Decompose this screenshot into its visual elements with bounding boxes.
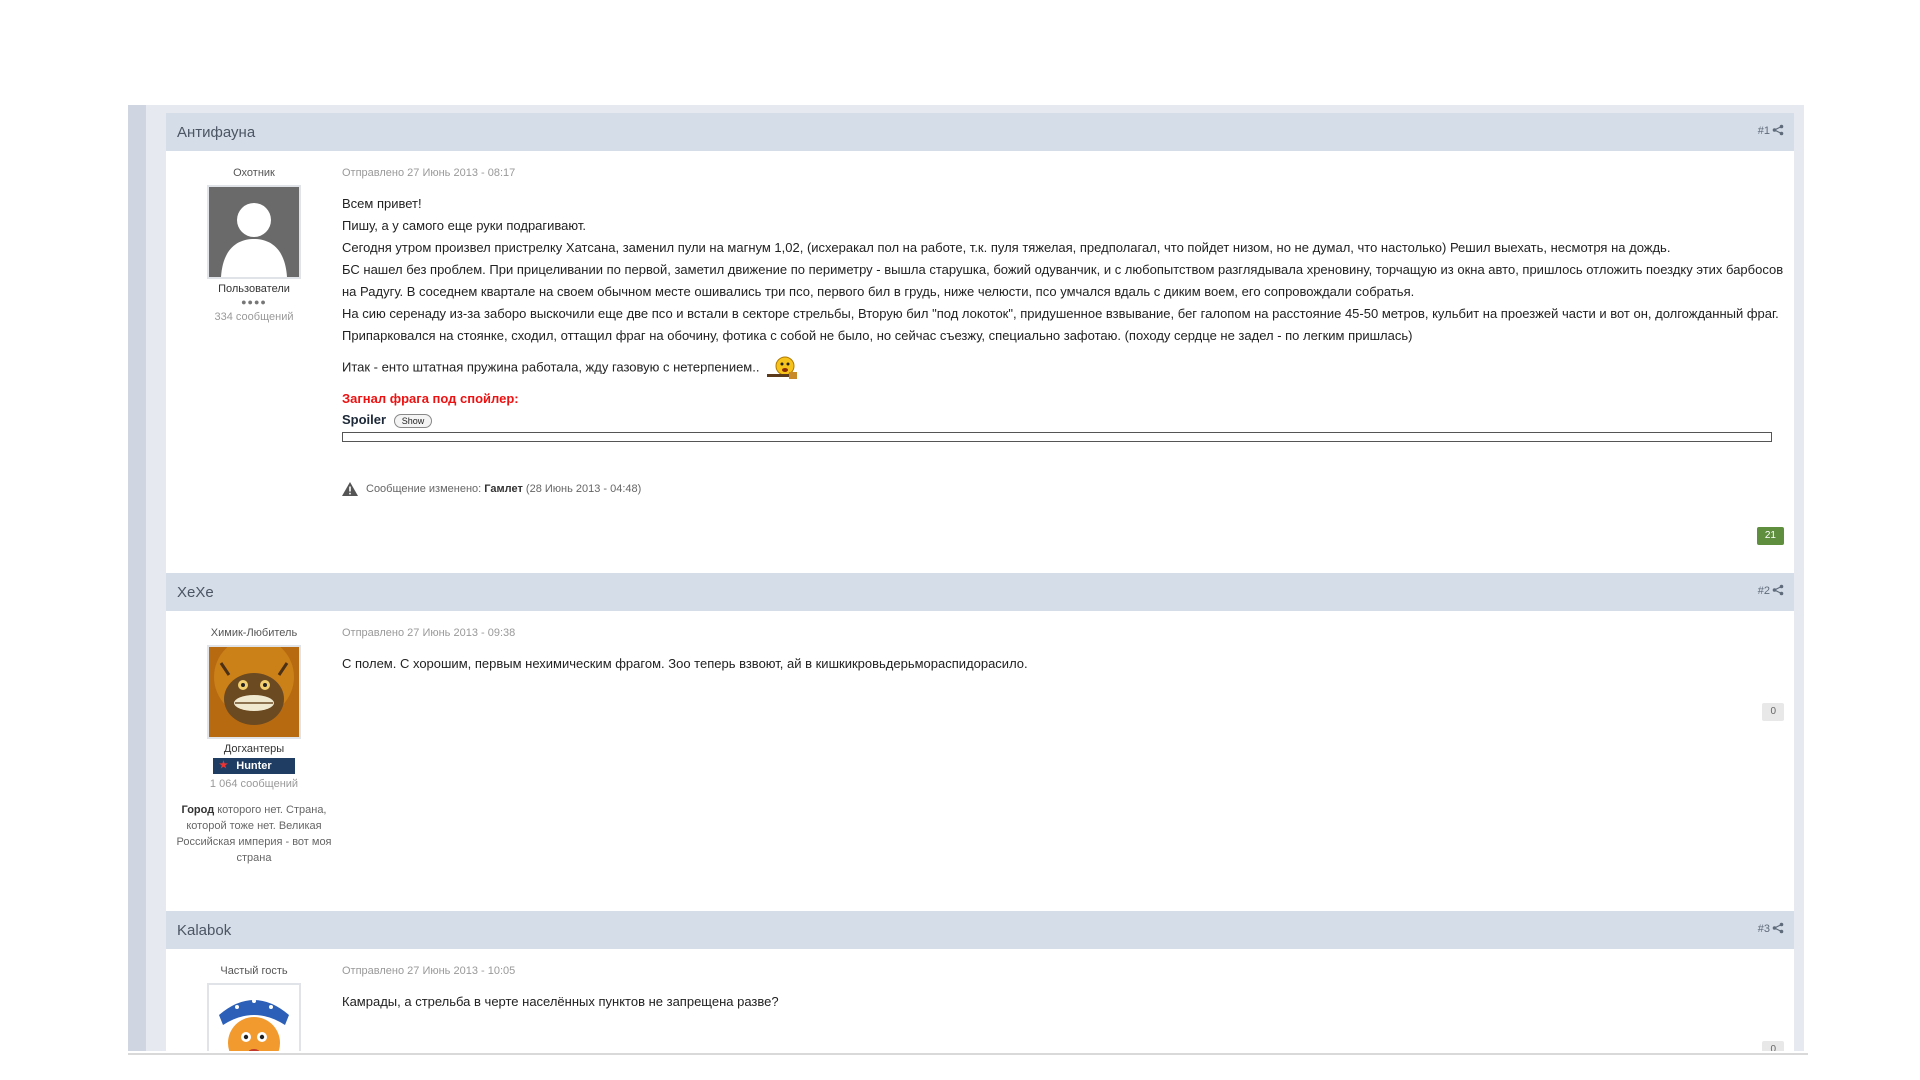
post-text: С полем. С хорошим, первым нехимическим … [342,656,1028,671]
member-title: Охотник [233,167,275,179]
post-date[interactable]: Отправлено 27 Июнь 2013 - 08:17 [342,167,1784,179]
post-number-link[interactable]: #1 [1758,125,1770,137]
location-label: Город [181,804,215,816]
post-content: Отправлено 27 Июнь 2013 - 09:38 С полем.… [342,611,1794,866]
badge-label: Hunter [236,760,272,772]
post-2: ХеХе #2 Химик-Любитель Догхантеры ★ Hunt… [166,573,1794,911]
member-group: Пользователи [218,283,290,295]
post-body: Частый гость Отправлено 27 Июнь 2013 - 1… [166,949,1794,1051]
avatar-kolobok-icon[interactable] [207,983,301,1051]
smiley-icon [767,356,798,379]
share-icon[interactable] [1772,584,1784,596]
edit-date: (28 Июнь 2013 - 04:48) [525,482,642,495]
post-date[interactable]: Отправлено 27 Июнь 2013 - 09:38 [342,627,1784,639]
share-icon[interactable] [1772,124,1784,136]
avatar-creature-icon[interactable] [207,645,301,739]
author-name[interactable]: ХеХе [177,584,214,601]
post-text-last: Итак - енто штатная пружина работала, жд… [342,359,760,375]
spoiler-box [342,431,1772,442]
post-text-line: Всем привет! [342,196,422,211]
thread: Антифауна #1 Охотник Пользователи ●●●● 3… [166,113,1794,1051]
frame-left-border [128,105,146,1051]
post-text: Камрады, а стрельба в черте населённых п… [342,994,779,1009]
post-3: Kalabok #3 Частый гость Отправлено 27 Ию… [166,911,1794,1051]
hunter-badge: ★ Hunter [213,758,295,774]
member-title: Химик-Любитель [210,627,298,639]
reputation-badge[interactable]: 21 [1756,527,1784,545]
post-header: Антифауна #1 [166,113,1794,151]
spoiler-header: Spoiler Show [342,412,1784,428]
spoiler-show-button[interactable]: Show [393,413,433,428]
spoiler-label: Spoiler [342,412,387,427]
author-info-column: Частый гость [166,949,342,1051]
post-text: Всем привет! Пишу, а у самого еще руки п… [342,193,1784,383]
edit-prefix: Сообщение изменено: [366,482,482,495]
post-header: Kalabok #3 [166,911,1794,949]
post-body: Охотник Пользователи ●●●● 334 сообщений … [166,151,1794,545]
post-text-line: Сегодня утром произвел пристрелку Хатсан… [342,240,1671,255]
author-name[interactable]: Антифауна [177,124,255,141]
page-bottom-edge [128,1053,1808,1055]
reputation-badge[interactable]: 0 [1762,703,1784,721]
author-info-column: Охотник Пользователи ●●●● 334 сообщений [166,151,342,496]
post-1: Антифауна #1 Охотник Пользователи ●●●● 3… [166,113,1794,573]
post-text-line: БС нашел без проблем. При прицеливании п… [342,262,1784,299]
post-header: ХеХе #2 [166,573,1794,611]
post-text-line: На сию серенаду из-за заборо выскочили е… [342,306,1779,343]
avatar-silhouette-icon[interactable] [207,185,301,279]
post-content: Отправлено 27 Июнь 2013 - 08:17 Всем при… [342,151,1794,545]
member-location: Город которого нет. Страна, которой тоже… [166,802,342,866]
edit-user[interactable]: Гамлет [484,483,523,495]
author-info-column: Химик-Любитель Догхантеры ★ Hunter 1 064… [166,611,342,866]
post-text-line: Пишу, а у самого еще руки подрагивают. [342,218,586,233]
star-icon: ★ [219,760,228,771]
post-content: Отправлено 27 Июнь 2013 - 10:05 Камрады,… [342,949,1794,1051]
post-count: 1 064 сообщений [209,778,299,790]
post-number-link[interactable]: #3 [1758,923,1770,935]
member-group: Догхантеры [223,743,285,755]
member-title: Частый гость [220,965,288,977]
edit-note: Сообщение изменено: Гамлет (28 Июнь 2013… [342,481,1784,496]
post-text-line: Итак - енто штатная пружина работала, жд… [342,353,1784,383]
warning-icon [342,481,358,496]
post-date[interactable]: Отправлено 27 Июнь 2013 - 10:05 [342,965,1784,977]
author-name[interactable]: Kalabok [177,922,231,939]
post-count: 334 сообщений [214,311,294,323]
post-number-link[interactable]: #2 [1758,585,1770,597]
share-icon[interactable] [1772,922,1784,934]
reputation-badge[interactable]: 0 [1762,1041,1784,1051]
forum-frame: Антифауна #1 Охотник Пользователи ●●●● 3… [128,105,1804,1051]
rank-pips: ●●●● [241,297,267,307]
post-body: Химик-Любитель Догхантеры ★ Hunter 1 064… [166,611,1794,866]
spoiler-title: Загнал фрага под спойлер: [342,391,519,406]
